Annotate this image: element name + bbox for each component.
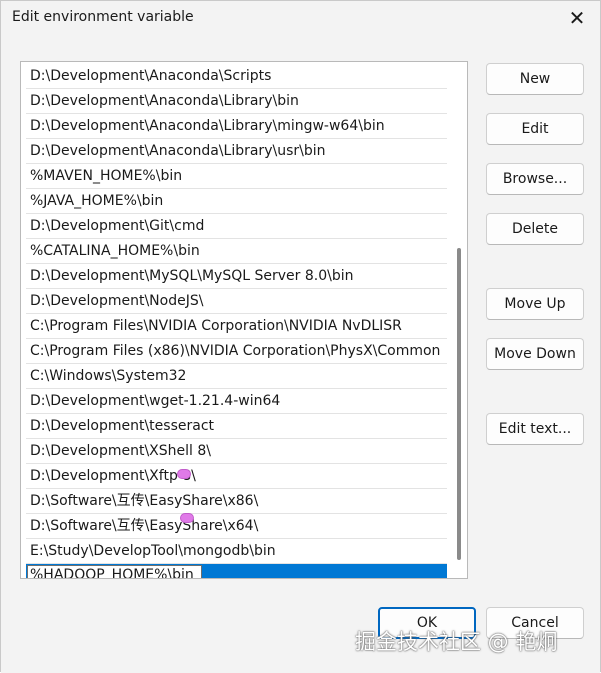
dialog-footer [1, 657, 600, 673]
edit-button[interactable]: Edit [486, 113, 584, 145]
list-item[interactable]: %MAVEN_HOME%\bin [26, 164, 447, 189]
list-item[interactable]: %JAVA_HOME%\bin [26, 189, 447, 214]
edit-text-button[interactable]: Edit text... [486, 413, 584, 445]
selection-start-handle[interactable] [177, 469, 191, 479]
list-item[interactable]: D:\Development\tesseract [26, 414, 447, 439]
close-button[interactable]: ✕ [560, 3, 594, 33]
entry-edit-input[interactable] [27, 565, 202, 578]
move-up-button[interactable]: Move Up [486, 288, 584, 320]
list-item[interactable]: D:\Development\Anaconda\Scripts [26, 64, 447, 89]
list-item[interactable]: D:\Development\Anaconda\Library\mingw-w6… [26, 114, 447, 139]
list-item[interactable]: D:\Development\wget-1.21.4-win64 [26, 389, 447, 414]
list-item[interactable]: D:\Development\Xftp 8\ [26, 464, 447, 489]
list-item[interactable]: D:\Development\XShell 8\ [26, 439, 447, 464]
list-item[interactable]: C:\Program Files (x86)\NVIDIA Corporatio… [26, 339, 447, 364]
title-bar: Edit environment variable ✕ [1, 1, 600, 35]
dialog-title: Edit environment variable [12, 9, 194, 25]
list-item[interactable]: D:\Development\MySQL\MySQL Server 8.0\bi… [26, 264, 447, 289]
path-entries-list[interactable]: D:\Development\Anaconda\Scripts D:\Devel… [20, 61, 468, 579]
list-item[interactable]: C:\Program Files\NVIDIA Corporation\NVID… [26, 314, 447, 339]
list-item[interactable]: D:\Development\Anaconda\Library\bin [26, 89, 447, 114]
delete-button[interactable]: Delete [486, 213, 584, 245]
list-item[interactable]: D:\Development\Git\cmd [26, 214, 447, 239]
browse-button[interactable]: Browse... [486, 163, 584, 195]
selected-list-item[interactable] [26, 564, 447, 578]
list-item[interactable]: E:\Study\DevelopTool\mongodb\bin [26, 539, 447, 564]
close-icon: ✕ [568, 6, 586, 30]
list-item[interactable]: D:\Development\NodeJS\ [26, 289, 447, 314]
path-entries-container: D:\Development\Anaconda\Scripts D:\Devel… [26, 64, 447, 578]
list-item[interactable]: %CATALINA_HOME%\bin [26, 239, 447, 264]
move-down-button[interactable]: Move Down [486, 338, 584, 370]
list-item[interactable]: D:\Development\Anaconda\Library\usr\bin [26, 139, 447, 164]
list-item[interactable]: D:\Software\互传\EasyShare\x64\ [26, 514, 447, 539]
list-scrollbar[interactable] [457, 248, 461, 560]
selection-end-handle[interactable] [180, 513, 194, 523]
new-button[interactable]: New [486, 63, 584, 95]
watermark-text: 掘金技术社区 @ 艳炯 [355, 630, 558, 654]
list-item[interactable]: C:\Windows\System32 [26, 364, 447, 389]
list-item[interactable]: D:\Software\互传\EasyShare\x86\ [26, 489, 447, 514]
edit-environment-variable-dialog: Edit environment variable ✕ D:\Developme… [0, 0, 601, 673]
